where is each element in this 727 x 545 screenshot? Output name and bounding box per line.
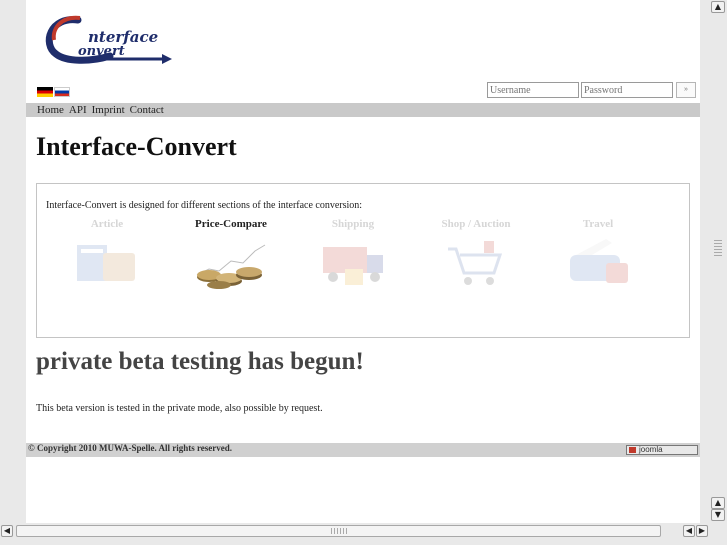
scroll-left-button[interactable]: ◀: [1, 525, 13, 537]
category-travel[interactable]: Travel: [548, 218, 648, 296]
category-label: Article: [90, 218, 124, 230]
language-switcher: [37, 87, 71, 99]
browser-viewport: nterface onvert » Home API Imprint Conta…: [26, 0, 700, 523]
copyright-text: © Copyright 2010 MUWA-Spelle. All rights…: [28, 443, 233, 453]
category-article[interactable]: Article: [57, 218, 157, 296]
scroll-up-button[interactable]: ▲: [711, 1, 725, 13]
truck-icon: [323, 247, 383, 285]
nav-home[interactable]: Home: [37, 103, 64, 117]
article-icon: [77, 245, 135, 281]
category-label: Travel: [582, 218, 614, 230]
login-submit-button[interactable]: »: [676, 82, 696, 98]
travel-icon: [570, 239, 628, 283]
sections-box: Interface-Convert is designed for differ…: [36, 183, 690, 338]
joomla-icon: [629, 447, 636, 453]
vertical-scrollbar[interactable]: ▲ ▲ ▼: [709, 0, 727, 523]
scrollbar-grip-icon[interactable]: [331, 528, 347, 534]
page-title: Interface-Convert: [36, 132, 237, 161]
nav-api[interactable]: API: [69, 103, 87, 117]
coins-chart-icon: [196, 244, 266, 289]
sections-intro: Interface-Convert is designed for differ…: [46, 200, 363, 211]
category-price-compare[interactable]: Price-Compare: [181, 218, 281, 296]
horizontal-scrollbar[interactable]: ◀ ◀ ▶: [0, 523, 727, 545]
scroll-right-button[interactable]: ▶: [696, 525, 708, 537]
category-shop-auction[interactable]: Shop / Auction: [426, 218, 526, 296]
password-input[interactable]: [581, 82, 673, 98]
category-label: Shop / Auction: [441, 218, 511, 230]
footer: © Copyright 2010 MUWA-Spelle. All rights…: [26, 443, 700, 457]
german-flag-icon[interactable]: [37, 87, 53, 97]
announcement-heading: private beta testing has begun!: [36, 348, 364, 375]
category-label: Price-Compare: [195, 218, 267, 230]
scrollbar-grip-icon[interactable]: [714, 240, 722, 256]
interface-convert-logo[interactable]: nterface onvert: [40, 12, 200, 70]
joomla-badge[interactable]: joomla: [626, 445, 698, 455]
scroll-left-button-right[interactable]: ◀: [683, 525, 695, 537]
beta-info-text: This beta version is tested in the priva…: [36, 403, 323, 414]
category-shipping[interactable]: Shipping: [303, 218, 403, 296]
logo-word2: onvert: [78, 44, 125, 59]
nav-imprint[interactable]: Imprint: [92, 103, 125, 117]
scroll-down-button[interactable]: ▼: [711, 509, 725, 521]
username-input[interactable]: [487, 82, 579, 98]
category-label: Shipping: [331, 218, 375, 230]
joomla-label: joomla: [639, 445, 663, 454]
main-nav: Home API Imprint Contact: [26, 103, 700, 117]
shopping-cart-icon: [448, 241, 503, 285]
nav-contact[interactable]: Contact: [130, 103, 164, 117]
scroll-up-button-lower[interactable]: ▲: [711, 497, 725, 509]
russian-flag-icon[interactable]: [54, 87, 70, 97]
horizontal-scroll-track[interactable]: [16, 525, 661, 537]
